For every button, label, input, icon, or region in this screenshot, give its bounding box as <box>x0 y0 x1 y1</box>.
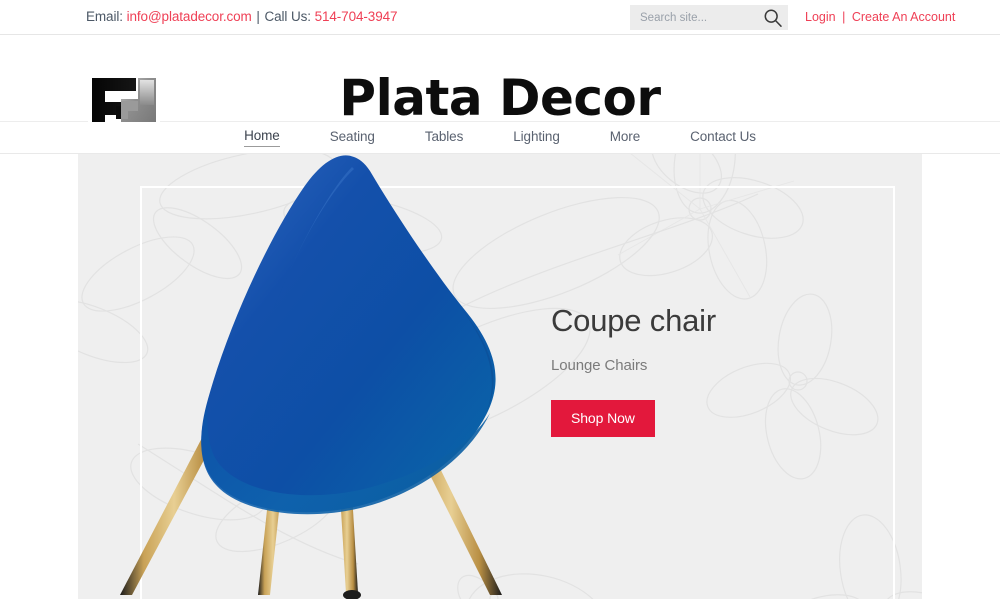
main-navigation: Home Seating Tables Lighting More Contac… <box>0 122 1000 154</box>
nav-item-home[interactable]: Home <box>244 128 280 147</box>
nav-item-more[interactable]: More <box>610 129 640 147</box>
email-link[interactable]: info@platadecor.com <box>127 9 252 24</box>
search-input[interactable] <box>640 5 758 30</box>
account-separator: | <box>842 10 846 24</box>
product-image-coupe-chair <box>120 155 502 599</box>
hero-banner: Coupe chair Lounge Chairs Shop Now <box>78 154 922 599</box>
phone-number[interactable]: 514-704-3947 <box>315 9 398 24</box>
hero-band: Coupe chair Lounge Chairs Shop Now <box>0 154 1000 599</box>
nav-item-tables[interactable]: Tables <box>425 129 464 147</box>
search-box[interactable] <box>630 5 788 30</box>
search-icon <box>764 9 782 27</box>
hero-title: Coupe chair <box>551 303 716 338</box>
nav-item-lighting[interactable]: Lighting <box>513 129 560 147</box>
site-title: Plata Decor <box>339 69 661 127</box>
top-utility-bar: Email: info@platadecor.com | Call Us: 51… <box>0 0 1000 35</box>
contact-info: Email: info@platadecor.com | Call Us: 51… <box>86 9 398 24</box>
hero-copy: Coupe chair Lounge Chairs Shop Now <box>551 303 891 438</box>
nav-item-seating[interactable]: Seating <box>330 129 375 147</box>
search-submit-button[interactable] <box>763 8 783 28</box>
account-links: Login | Create An Account <box>805 10 955 24</box>
hero-subtitle: Lounge Chairs <box>551 357 648 375</box>
create-account-link[interactable]: Create An Account <box>852 10 956 24</box>
site-header: Plata Decor <box>0 35 1000 148</box>
shop-now-button[interactable]: Shop Now <box>551 400 655 438</box>
nav-item-contact-us[interactable]: Contact Us <box>690 129 756 147</box>
contact-separator: | <box>256 9 260 24</box>
login-link[interactable]: Login <box>805 10 836 24</box>
call-us-label: Call Us: <box>264 9 311 24</box>
email-label: Email: <box>86 9 123 24</box>
